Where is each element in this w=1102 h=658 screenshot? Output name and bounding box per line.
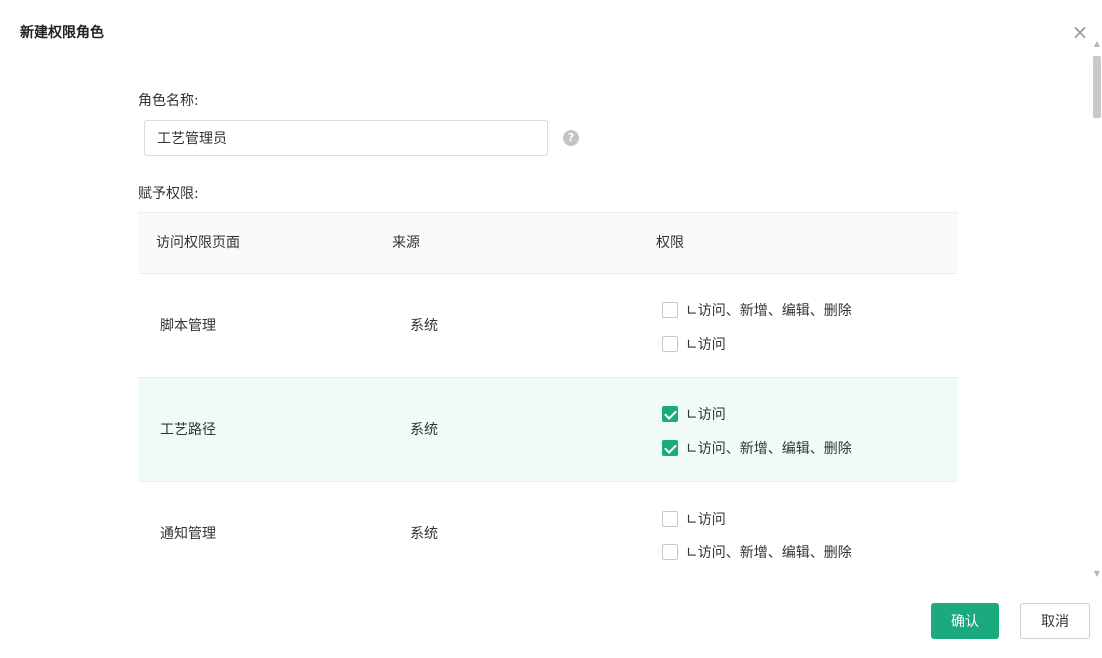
close-icon[interactable]: × <box>1070 22 1090 42</box>
role-name-input[interactable] <box>144 120 548 156</box>
header-page: 访问权限页面 <box>156 235 240 251</box>
checkbox[interactable] <box>662 544 678 560</box>
row-source: 系统 <box>410 526 438 542</box>
permission-option[interactable]: ∟访问、新增、编辑、删除 <box>662 299 852 321</box>
scrollbar[interactable]: ▲ ▼ <box>1092 40 1102 584</box>
table-row-process-path: 工艺路径 系统 ∟访问 ∟访问、新增、编辑、删除 <box>138 378 958 482</box>
permission-option[interactable]: ∟访问 <box>662 403 726 425</box>
checkbox-checked[interactable] <box>662 406 678 422</box>
row-page-name: 工艺路径 <box>160 422 216 438</box>
confirm-button[interactable]: 确认 <box>931 603 999 639</box>
checkbox-checked[interactable] <box>662 440 678 456</box>
cancel-button[interactable]: 取消 <box>1020 603 1090 639</box>
table-row-script-management: 脚本管理 系统 ∟访问、新增、编辑、删除 ∟访问 <box>138 274 958 378</box>
permission-option-label: ∟访问 <box>686 512 726 528</box>
permission-option-label: ∟访问、新增、编辑、删除 <box>686 303 852 319</box>
header-source: 来源 <box>392 235 420 251</box>
checkbox[interactable] <box>662 511 678 527</box>
permission-option-label: ∟访问、新增、编辑、删除 <box>686 441 852 457</box>
scroll-down-icon[interactable]: ▼ <box>1093 570 1101 578</box>
permission-option[interactable]: ∟访问、新增、编辑、删除 <box>662 541 852 563</box>
role-name-label: 角色名称: <box>138 93 199 109</box>
permission-option-label: ∟访问 <box>686 337 726 353</box>
header-permission: 权限 <box>656 235 684 251</box>
permission-option-label: ∟访问、新增、编辑、删除 <box>686 545 852 561</box>
help-icon[interactable]: ? <box>563 130 579 146</box>
scroll-thumb[interactable] <box>1093 56 1101 118</box>
permission-option[interactable]: ∟访问 <box>662 508 726 530</box>
scroll-up-icon[interactable]: ▲ <box>1093 40 1101 48</box>
dialog-title: 新建权限角色 <box>20 25 104 41</box>
checkbox[interactable] <box>662 336 678 352</box>
checkbox[interactable] <box>662 302 678 318</box>
permissions-table: 访问权限页面 来源 权限 脚本管理 系统 ∟访问、新增、编辑、删除 ∟访问 工艺… <box>138 212 958 584</box>
table-row-notification-management: 通知管理 系统 ∟访问 ∟访问、新增、编辑、删除 <box>138 482 958 584</box>
table-header: 访问权限页面 来源 权限 <box>138 212 958 274</box>
row-page-name: 脚本管理 <box>160 318 216 334</box>
permission-option[interactable]: ∟访问 <box>662 333 726 355</box>
permission-option[interactable]: ∟访问、新增、编辑、删除 <box>662 437 852 459</box>
row-source: 系统 <box>410 422 438 438</box>
permissions-label: 赋予权限: <box>138 186 199 202</box>
row-page-name: 通知管理 <box>160 526 216 542</box>
row-source: 系统 <box>410 318 438 334</box>
permission-option-label: ∟访问 <box>686 407 726 423</box>
